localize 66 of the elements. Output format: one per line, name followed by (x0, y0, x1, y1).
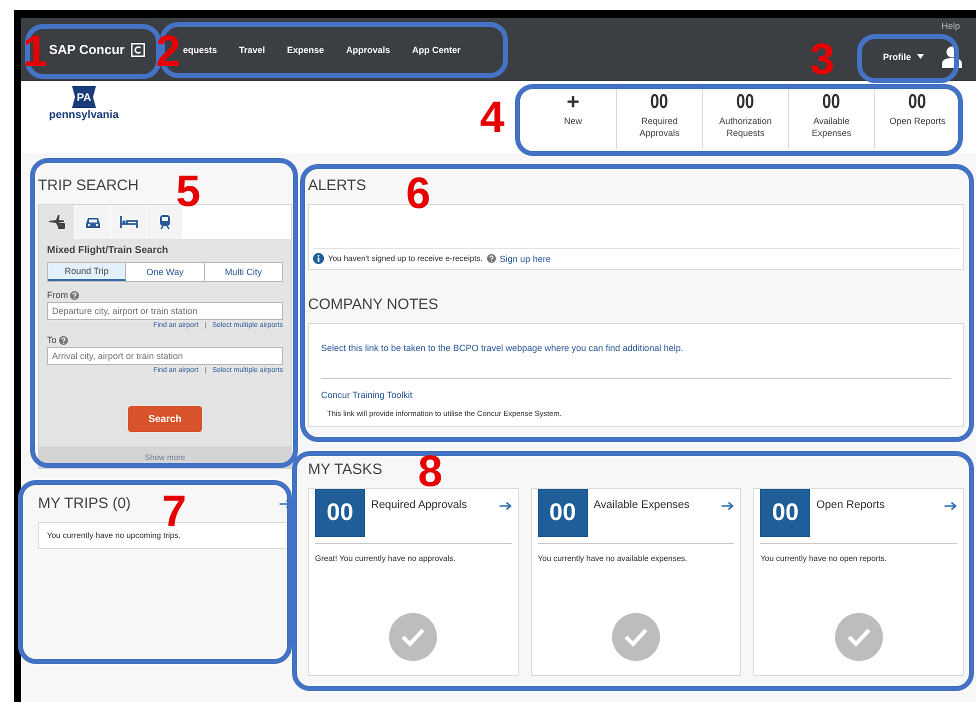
task-message: Great! You currently have no approvals. (315, 553, 457, 565)
section-title: COMPANY NOTES (308, 296, 438, 313)
callout-number: 4 (480, 96, 504, 140)
nav-link[interactable]: equests (183, 44, 218, 54)
caret-icon (917, 54, 924, 59)
callout-number: 6 (406, 172, 430, 216)
stat-counter[interactable]: 00 Open Reports (874, 83, 960, 149)
field-label: To (47, 335, 57, 345)
task-count: 00 (538, 489, 588, 537)
help-link[interactable]: Help (941, 21, 960, 31)
location-input[interactable]: Arrival city, airport or train station (47, 347, 283, 365)
task-count: 00 (760, 489, 810, 537)
trip-type-toggle[interactable]: Round Trip (48, 263, 126, 281)
section-title: TRIP SEARCH (38, 177, 139, 194)
task-card[interactable]: 00 Open Reports You currently have no open reports. (753, 488, 964, 676)
section-title: MY TASKS (308, 461, 382, 478)
check-icon (612, 613, 660, 661)
note-link[interactable]: Select this link to be taken to the BCPO travel webpage where you can find additional help. (321, 343, 684, 353)
arrow-icon (943, 501, 957, 511)
stat-counter[interactable]: 00 Authorization Requests (702, 83, 788, 149)
task-title: Required Approvals (371, 499, 468, 511)
arrow-icon (498, 501, 512, 511)
nav-link[interactable]: Expense (287, 44, 324, 54)
task-title: Available Expenses (594, 499, 690, 511)
help-icon (70, 290, 79, 300)
help-icon (486, 254, 496, 263)
task-message: You currently have no open reports. (760, 553, 888, 565)
sign-up-link[interactable]: Sign up here (500, 254, 551, 264)
new-button[interactable]: + New (530, 83, 616, 149)
help-icon (58, 336, 68, 344)
section-title: ALERTS (308, 177, 366, 194)
stat-counter[interactable]: 00 Required Approvals (616, 83, 702, 149)
section-title: MY TRIPS (0) (38, 495, 131, 512)
task-title: Open Reports (816, 499, 886, 511)
task-card[interactable]: 00 Available Expenses You currently have no available expenses. (530, 488, 742, 676)
note-link[interactable]: Concur Training Toolkit (321, 390, 412, 400)
location-input[interactable]: Departure city, airport or train station (47, 302, 283, 320)
logo-icon (130, 42, 145, 56)
bed-icon (120, 214, 138, 230)
profile-menu[interactable]: Profile (876, 50, 930, 62)
stat-counter[interactable]: 00 Available Expenses (788, 83, 874, 149)
brand-logo[interactable]: SAP Concur (49, 42, 125, 57)
check-icon (389, 613, 438, 661)
avatar-icon (942, 46, 962, 68)
nav-link[interactable]: Travel (239, 44, 266, 54)
arrow-icon (720, 501, 734, 511)
task-card[interactable]: 00 Required Approvals Great! You currently have no approvals. (308, 488, 519, 676)
callout-number: 3 (810, 38, 834, 82)
form-heading: Mixed Flight/Train Search (47, 245, 170, 256)
nav-link[interactable]: App Center (412, 44, 461, 54)
task-message: You currently have no available expenses. (538, 553, 688, 565)
check-icon (834, 613, 883, 661)
info-icon (313, 253, 324, 264)
nav-link[interactable]: Approvals (346, 44, 390, 54)
travel-mode-tab[interactable] (75, 205, 111, 239)
plane-icon (48, 214, 66, 230)
travel-mode-tab[interactable] (39, 205, 75, 239)
alert-message: You haven't signed up to receive e-receipts. (328, 254, 483, 263)
travel-mode-tab[interactable] (147, 205, 183, 239)
task-count: 00 (315, 489, 365, 537)
organization-name: pennsylvania (49, 109, 119, 121)
search-button[interactable]: Search (128, 406, 202, 432)
travel-mode-tab[interactable] (111, 205, 147, 239)
keystone-emblem: PA (71, 85, 97, 109)
callout-number: 5 (176, 170, 200, 214)
field-label: From (47, 290, 68, 300)
